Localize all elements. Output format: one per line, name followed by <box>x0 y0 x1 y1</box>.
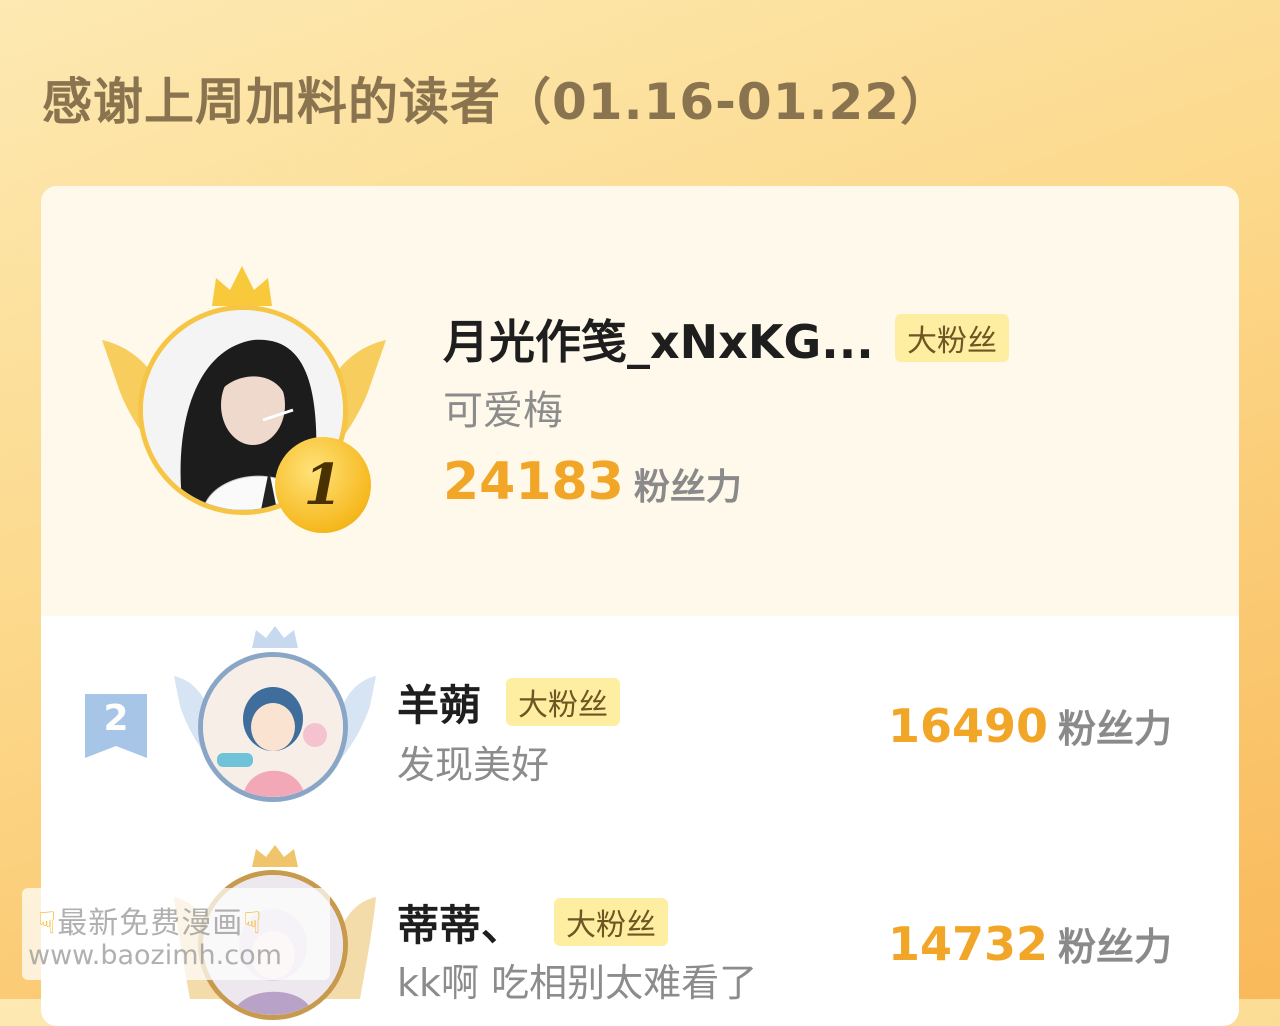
fan-score: 14732 粉丝力 <box>888 916 1172 971</box>
fan-name[interactable]: 月光作笺_xNxKG... <box>443 306 874 372</box>
fan-name[interactable]: 羊蒴 <box>397 672 481 733</box>
avatar[interactable] <box>198 652 348 802</box>
fan-score: 16490 粉丝力 <box>888 698 1172 753</box>
score-unit: 粉丝力 <box>1058 707 1173 751</box>
status-badge: 大粉丝 <box>895 314 1009 362</box>
score-value: 16490 <box>888 699 1049 753</box>
fan-name[interactable]: 蒂蒂、 <box>397 892 523 953</box>
avatar-illustration <box>203 657 343 797</box>
watermark-line1: ☟最新免费漫画☟ <box>38 906 263 941</box>
fan-subtitle: 可爱梅 <box>443 388 563 434</box>
pointing-hand-icon: ☟ <box>243 906 263 941</box>
score-value: 24183 <box>443 452 624 512</box>
pointing-hand-icon: ☟ <box>38 906 58 941</box>
score-unit: 粉丝力 <box>1058 925 1173 969</box>
watermark-line2: www.baozimh.com <box>28 940 282 971</box>
page-title: 感谢上周加料的读者（01.16-01.22） <box>42 73 952 131</box>
score-value: 14732 <box>888 917 1049 971</box>
rank-number: 2 <box>103 698 129 739</box>
fan-subtitle: 发现美好 <box>397 743 550 787</box>
rank-medal-icon: 1 <box>275 437 371 533</box>
score-unit: 粉丝力 <box>633 467 742 508</box>
crown-icon <box>212 266 272 306</box>
status-badge: 大粉丝 <box>506 678 620 726</box>
status-badge: 大粉丝 <box>554 898 668 946</box>
fan-score: 24183 粉丝力 <box>443 452 742 512</box>
